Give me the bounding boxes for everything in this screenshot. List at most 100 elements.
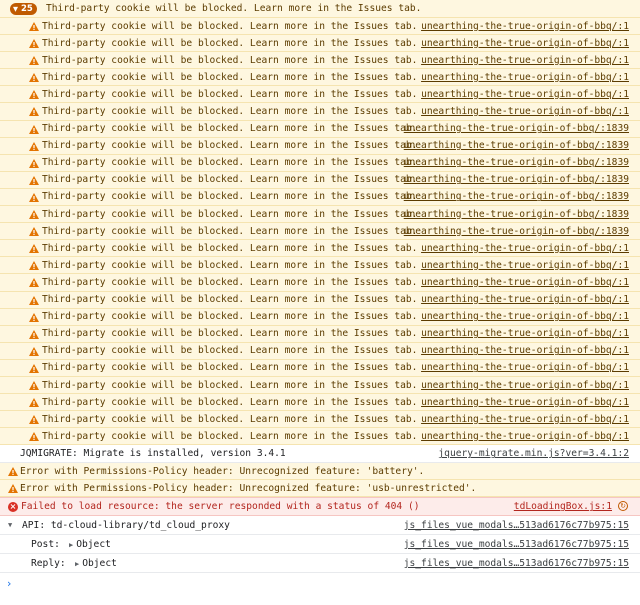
api-log-group[interactable]: ▼ API: td-cloud-library/td_cloud_proxy j… <box>0 516 640 536</box>
api-post-row: Post: ▶ Object js_files_vue_modals…513ad6… <box>0 535 640 555</box>
warning-row: Third-party cookie will be blocked. Lear… <box>0 86 640 104</box>
warning-message: Third-party cookie will be blocked. Lear… <box>42 276 418 288</box>
prompt-chevron-icon: › <box>7 576 12 590</box>
source-link[interactable]: unearthing-the-true-origin-of-bbq/:1 <box>421 362 629 373</box>
source-link[interactable]: unearthing-the-true-origin-of-bbq/:1 <box>421 311 629 322</box>
source-link[interactable]: unearthing-the-true-origin-of-bbq/:1 <box>421 431 629 442</box>
log-row-jqmigrate: JQMIGRATE: Migrate is installed, version… <box>0 445 640 464</box>
source-link[interactable]: js_files_vue_modals…513ad6176c77b975:15 <box>404 558 629 569</box>
source-link[interactable]: unearthing-the-true-origin-of-bbq/:1 <box>421 243 629 254</box>
log-message: JQMIGRATE: Migrate is installed, version… <box>20 448 286 460</box>
warning-icon <box>29 141 39 154</box>
warning-message: Third-party cookie will be blocked. Lear… <box>42 37 418 49</box>
warning-message: Third-party cookie will be blocked. Lear… <box>42 54 418 66</box>
warning-message: Third-party cookie will be blocked. Lear… <box>42 140 418 152</box>
source-link[interactable]: unearthing-the-true-origin-of-bbq/:1839 <box>404 209 629 220</box>
warning-message: Third-party cookie will be blocked. Lear… <box>42 123 418 135</box>
warning-icon <box>29 398 39 410</box>
warning-icon <box>29 22 39 34</box>
warning-icon <box>29 56 39 68</box>
warning-icon <box>29 39 39 51</box>
chevron-right-icon: ▶ <box>69 540 74 549</box>
warning-row: Third-party cookie will be blocked. Lear… <box>0 394 640 412</box>
source-link[interactable]: unearthing-the-true-origin-of-bbq/:1839 <box>404 157 629 168</box>
warning-row: Third-party cookie will be blocked. Lear… <box>0 376 640 395</box>
warning-icon <box>29 175 39 188</box>
warning-icon <box>29 312 39 325</box>
source-link[interactable]: unearthing-the-true-origin-of-bbq/:1839 <box>404 174 629 185</box>
warning-icon <box>29 124 39 137</box>
source-link[interactable]: unearthing-the-true-origin-of-bbq/:1839 <box>404 226 629 237</box>
source-link[interactable]: unearthing-the-true-origin-of-bbq/:1 <box>421 328 629 339</box>
source-link[interactable]: unearthing-the-true-origin-of-bbq/:1 <box>421 414 629 425</box>
warning-row: Third-party cookie will be blocked. Lear… <box>0 103 640 121</box>
warning-row: Third-party cookie will be blocked. Lear… <box>0 69 640 87</box>
source-link[interactable]: unearthing-the-true-origin-of-bbq/:1 <box>421 72 629 83</box>
warning-group-header[interactable]: ▼ 25 Third-party cookie will be blocked.… <box>0 0 640 18</box>
source-link[interactable]: js_files_vue_modals…513ad6176c77b975:15 <box>404 539 629 550</box>
warning-icon <box>29 210 39 222</box>
console-prompt[interactable]: › <box>0 573 640 593</box>
source-link[interactable]: unearthing-the-true-origin-of-bbq/:1 <box>421 277 629 288</box>
warning-row: Third-party cookie will be blocked. Lear… <box>0 154 640 172</box>
warning-count-badge[interactable]: ▼ 25 <box>10 3 37 15</box>
source-link[interactable]: unearthing-the-true-origin-of-bbq/:1 <box>421 21 629 32</box>
source-link[interactable]: unearthing-the-true-origin-of-bbq/:1 <box>421 55 629 66</box>
source-link[interactable]: unearthing-the-true-origin-of-bbq/:1 <box>421 106 629 117</box>
warning-icon <box>29 380 39 393</box>
warning-row: Third-party cookie will be blocked. Lear… <box>0 223 640 241</box>
chevron-down-icon[interactable]: ▼ <box>8 521 12 529</box>
policy-warning-message: Error with Permissions-Policy header: Un… <box>20 482 477 494</box>
warning-icon <box>29 227 39 239</box>
source-link[interactable]: unearthing-the-true-origin-of-bbq/:1 <box>421 397 629 408</box>
source-link[interactable]: js_files_vue_modals…513ad6176c77b975:15 <box>404 520 629 531</box>
network-request-icon[interactable]: ↻ <box>618 501 628 512</box>
warning-icon <box>29 329 39 342</box>
source-link[interactable]: unearthing-the-true-origin-of-bbq/:1 <box>421 89 629 100</box>
reply-object-toggle[interactable]: ▶ Object <box>75 558 117 569</box>
warning-row: Third-party cookie will be blocked. Lear… <box>0 240 640 258</box>
warning-message: Third-party cookie will be blocked. Lear… <box>42 345 418 357</box>
post-object-value: Object <box>76 538 111 550</box>
source-link[interactable]: unearthing-the-true-origin-of-bbq/:1 <box>421 380 629 391</box>
warning-row: Third-party cookie will be blocked. Lear… <box>0 359 640 377</box>
warning-icon <box>29 432 39 444</box>
warning-row: Third-party cookie will be blocked. Lear… <box>0 188 640 207</box>
warning-message: Third-party cookie will be blocked. Lear… <box>42 430 418 442</box>
error-message: Failed to load resource: the server resp… <box>21 501 420 513</box>
reply-label: Reply: <box>31 557 66 569</box>
source-link[interactable]: unearthing-the-true-origin-of-bbq/:1 <box>421 294 629 305</box>
warning-message: Third-party cookie will be blocked. Lear… <box>42 328 418 340</box>
warning-message: Third-party cookie will be blocked. Lear… <box>42 242 418 254</box>
post-object-toggle[interactable]: ▶ Object <box>69 539 111 550</box>
source-link[interactable]: tdLoadingBox.js:1 <box>514 501 612 512</box>
warning-row: Third-party cookie will be blocked. Lear… <box>0 120 640 138</box>
source-link[interactable]: unearthing-the-true-origin-of-bbq/:1 <box>421 345 629 356</box>
source-link[interactable]: unearthing-the-true-origin-of-bbq/:1 <box>421 260 629 271</box>
reply-object-value: Object <box>82 557 117 569</box>
warning-message: Third-party cookie will be blocked. Lear… <box>42 362 418 374</box>
api-message: API: td-cloud-library/td_cloud_proxy <box>22 519 230 531</box>
warning-message: Third-party cookie will be blocked. Lear… <box>42 379 418 391</box>
source-link[interactable]: jquery-migrate.min.js?ver=3.4.1:2 <box>438 448 629 459</box>
warning-message: Third-party cookie will be blocked. Lear… <box>42 294 418 306</box>
source-link[interactable]: unearthing-the-true-origin-of-bbq/:1839 <box>404 191 629 202</box>
chevron-right-icon: ▶ <box>75 559 80 568</box>
warning-icon <box>29 73 39 85</box>
source-link[interactable]: unearthing-the-true-origin-of-bbq/:1839 <box>404 123 629 134</box>
warning-row: Third-party cookie will be blocked. Lear… <box>0 206 640 224</box>
warning-icon <box>29 107 39 119</box>
warning-message: Third-party cookie will be blocked. Lear… <box>42 259 418 271</box>
warning-list: Third-party cookie will be blocked. Lear… <box>0 18 640 446</box>
warning-row: Third-party cookie will be blocked. Lear… <box>0 35 640 53</box>
warning-group-message: Third-party cookie will be blocked. Lear… <box>46 3 422 14</box>
warning-message: Third-party cookie will be blocked. Lear… <box>42 157 418 169</box>
warning-row: Third-party cookie will be blocked. Lear… <box>0 171 640 189</box>
warning-message: Third-party cookie will be blocked. Lear… <box>42 191 418 203</box>
warning-icon <box>29 158 39 171</box>
warning-message: Third-party cookie will be blocked. Lear… <box>42 225 418 237</box>
warning-row: Third-party cookie will be blocked. Lear… <box>0 257 640 275</box>
warning-row: Third-party cookie will be blocked. Lear… <box>0 411 640 429</box>
source-link[interactable]: unearthing-the-true-origin-of-bbq/:1 <box>421 38 629 49</box>
source-link[interactable]: unearthing-the-true-origin-of-bbq/:1839 <box>404 140 629 151</box>
